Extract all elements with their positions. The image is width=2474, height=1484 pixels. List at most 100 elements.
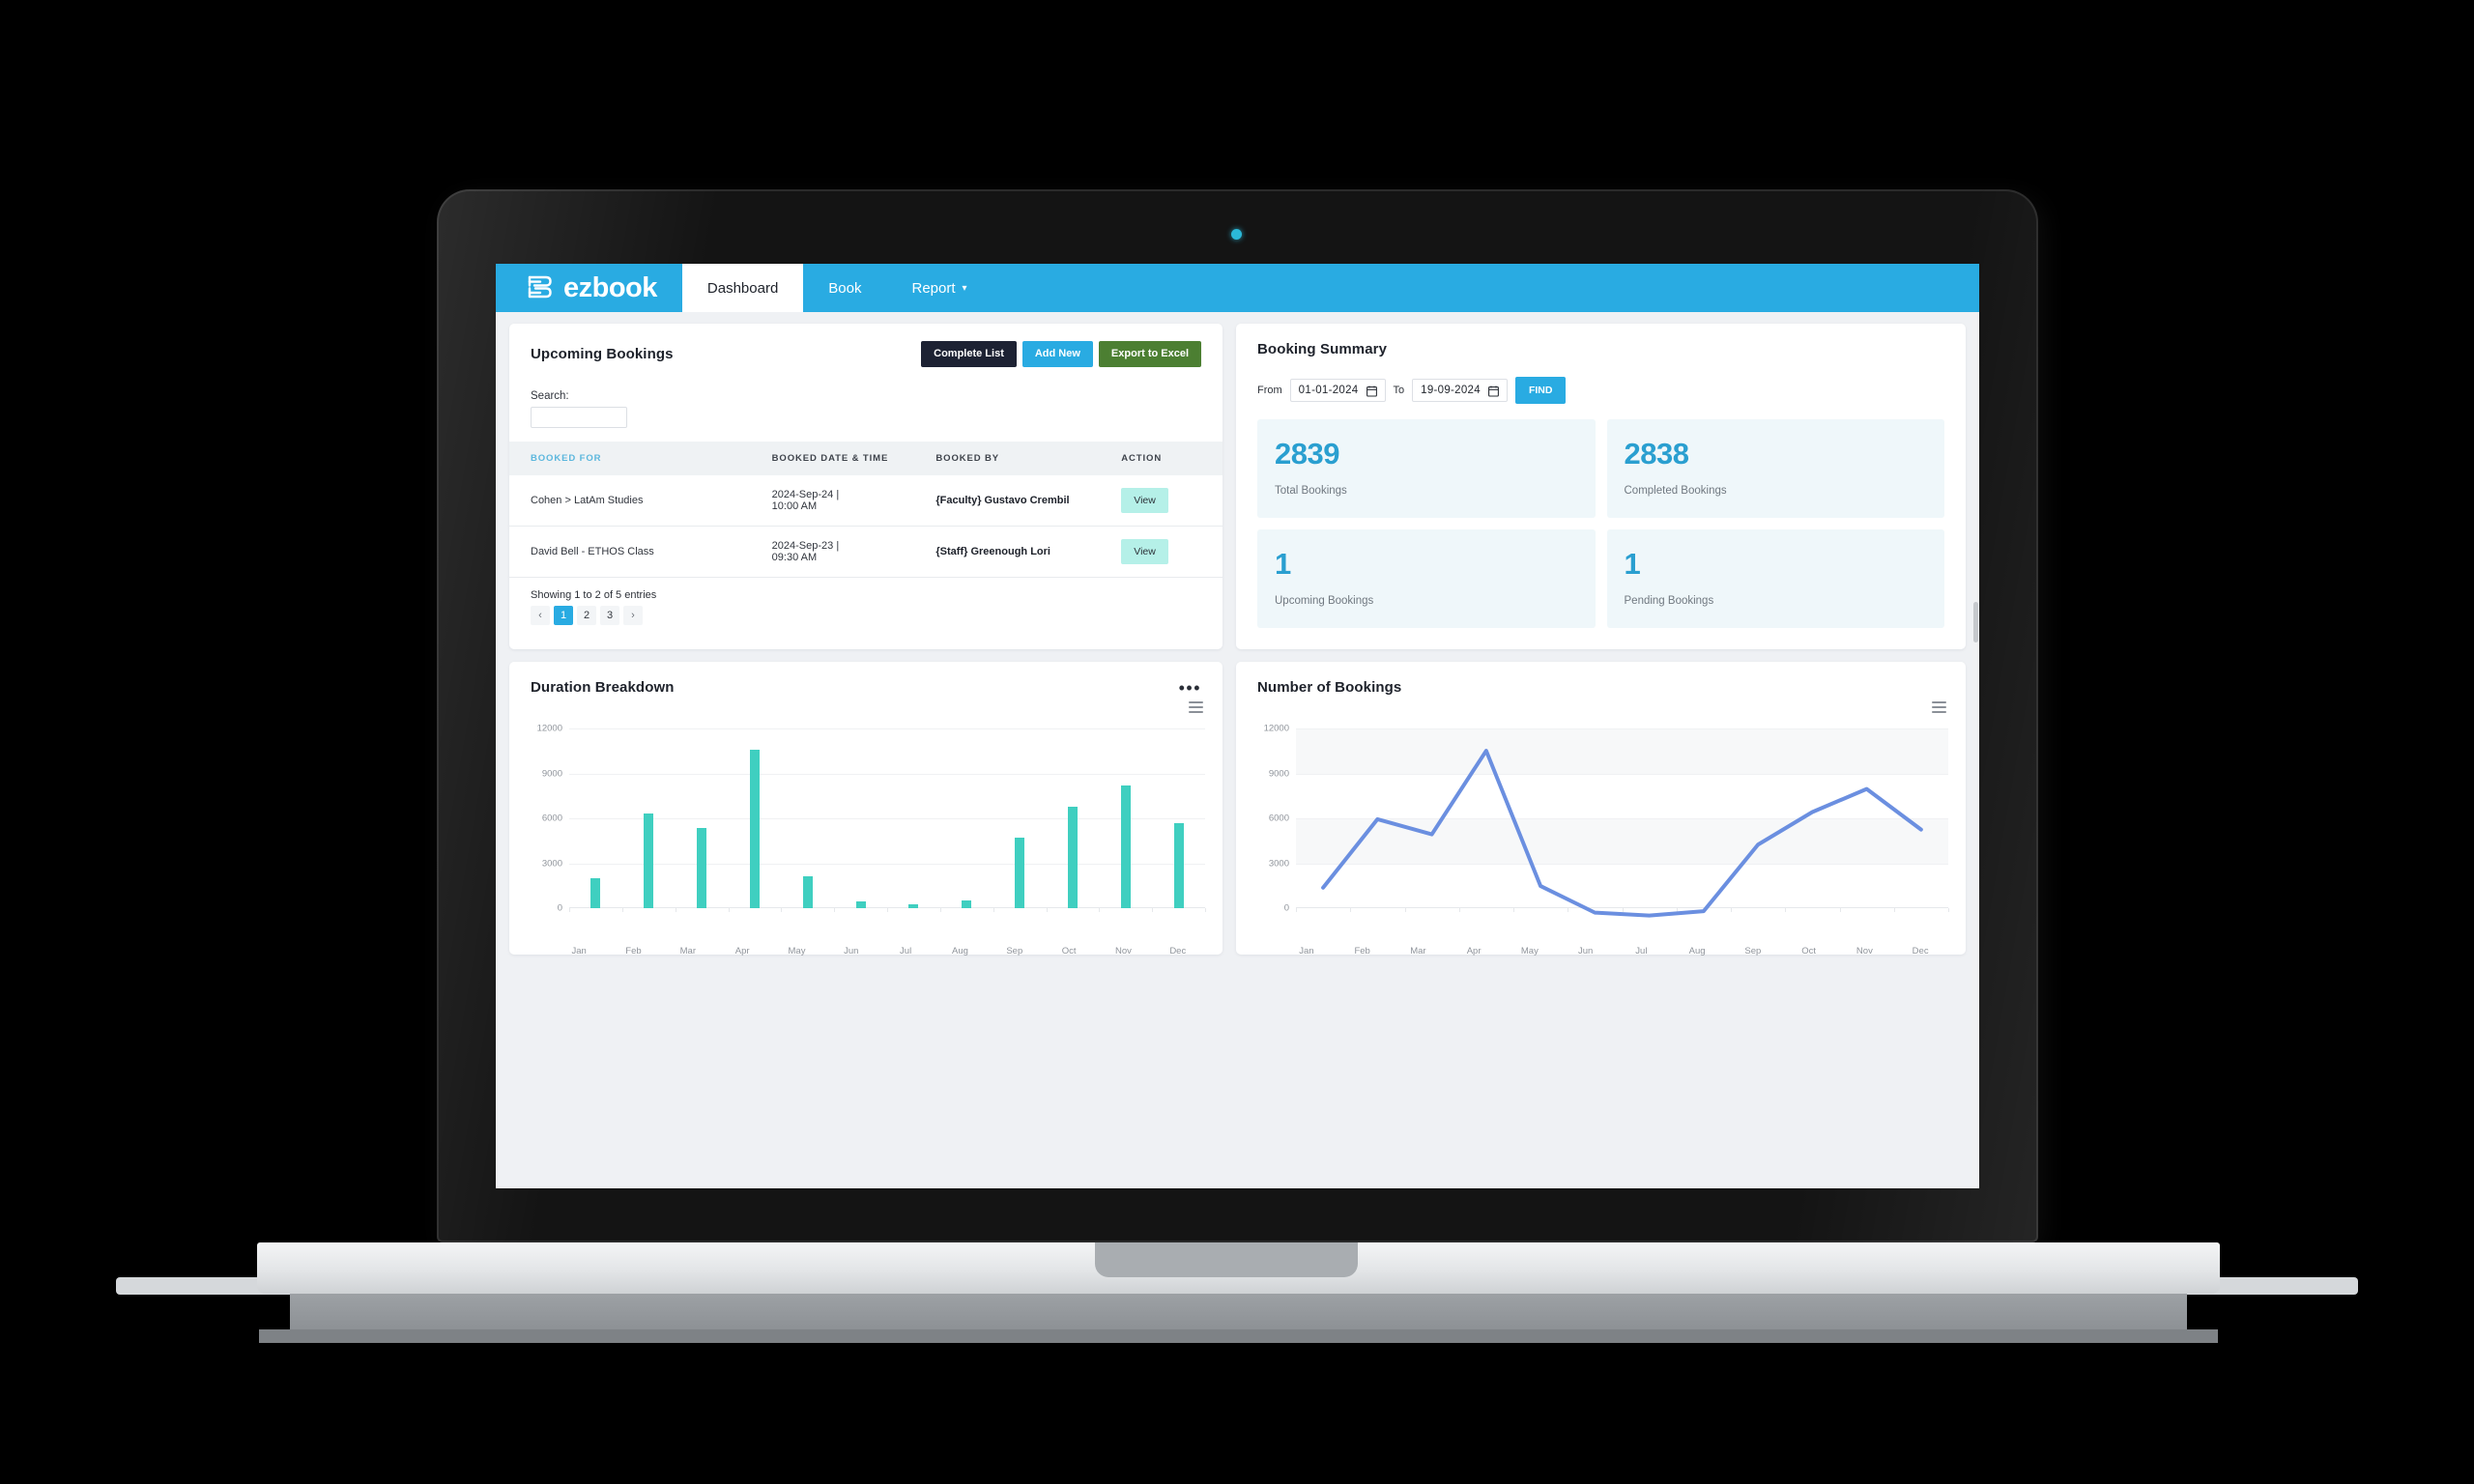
stat-label: Upcoming Bookings [1275, 595, 1374, 607]
to-date-value: 19-09-2024 [1421, 385, 1481, 396]
stat-pending-bookings: 1 Pending Bookings [1606, 529, 1944, 628]
bar[interactable] [1015, 838, 1025, 908]
top-row: Upcoming Bookings Complete List Add New … [509, 324, 1966, 649]
to-date-field[interactable]: 19-09-2024 [1412, 379, 1508, 402]
bar-chart-plot: 12000 9000 6000 3000 0 [537, 724, 1206, 914]
nav-item-report[interactable]: Report ▾ [887, 264, 992, 312]
line-chart-x-axis-labels: Jan Feb Mar Apr May Jun Jul Aug Sep Oct Nov Dec [1279, 946, 1948, 956]
top-navbar: ezbook Dashboard Book Report ▾ [496, 264, 1979, 312]
upcoming-bookings-title: Upcoming Bookings [531, 346, 674, 362]
more-options-icon[interactable]: ••• [1179, 679, 1201, 697]
x-axis-tick [1152, 908, 1154, 912]
nav-item-report-label: Report [911, 279, 956, 297]
x-axis-tick-label: Feb [1354, 946, 1370, 956]
stat-completed-bookings: 2838 Completed Bookings [1606, 419, 1944, 518]
x-axis-tick [887, 908, 888, 912]
cell-booked-for: Cohen > LatAm Studies [531, 495, 644, 506]
x-axis-tick [1205, 908, 1206, 912]
page-scrollbar-thumb[interactable] [1973, 602, 1978, 642]
duration-breakdown-card: Duration Breakdown ••• 12000 9000 6000 3000… [509, 662, 1223, 956]
x-axis-tick-label: Jul [1635, 946, 1648, 956]
cell-time: 10:00 AM [771, 500, 818, 512]
x-axis-tick [1948, 908, 1949, 912]
cell-booked-for: David Bell - ETHOS Class [531, 546, 654, 557]
bar[interactable] [802, 876, 813, 908]
bar-column [1152, 728, 1205, 908]
table-row: Cohen > LatAm Studies 2024-Sep-24 | 10:0… [509, 475, 1223, 527]
x-axis-tick-label: Dec [1169, 946, 1187, 956]
stat-label: Pending Bookings [1624, 595, 1714, 607]
bar-column [834, 728, 887, 908]
y-axis-tick-label: 0 [557, 902, 562, 914]
table-row: David Bell - ETHOS Class 2024-Sep-23 | 0… [509, 527, 1223, 578]
stat-upcoming-bookings: 1 Upcoming Bookings [1257, 529, 1596, 628]
stat-value: 2839 [1275, 437, 1339, 471]
bar[interactable] [697, 828, 707, 908]
pagination-next[interactable]: › [623, 606, 643, 625]
calendar-icon[interactable] [1488, 385, 1499, 397]
page-scrollbar[interactable] [1972, 312, 1979, 1188]
entries-count-label: Showing 1 to 2 of 5 entries [531, 589, 657, 601]
bar-column [1046, 728, 1099, 908]
x-axis-tick-label: Oct [1801, 946, 1817, 956]
y-axis-tick-label: 9000 [541, 768, 562, 779]
column-booked-date-time[interactable]: BOOKED DATE & TIME [766, 442, 931, 475]
summary-stats-grid: 2839 Total Bookings 2838 Completed Booki… [1236, 404, 1966, 649]
calendar-icon[interactable] [1366, 385, 1377, 397]
chart-row: Duration Breakdown ••• 12000 9000 6000 3000… [509, 662, 1966, 956]
bar[interactable] [644, 813, 654, 908]
bar[interactable] [1120, 785, 1131, 908]
bar[interactable] [1067, 807, 1078, 908]
find-button[interactable]: FIND [1514, 377, 1567, 404]
bar[interactable] [855, 901, 866, 908]
nav-item-dashboard[interactable]: Dashboard [681, 264, 804, 312]
cell-booked-date: 2024-Sep-24 | 10:00 AM [766, 475, 931, 527]
x-axis-tick-label: Jan [1299, 946, 1314, 956]
bar[interactable] [1173, 823, 1184, 908]
chart-menu-icon[interactable] [1932, 701, 1946, 716]
add-new-button[interactable]: Add New [1021, 341, 1093, 367]
y-axis-tick-label: 3000 [1268, 858, 1289, 869]
upcoming-bookings-table: BOOKED FOR BOOKED DATE & TIME BOOKED BY … [509, 442, 1223, 578]
cell-date: 2024-Sep-24 | [771, 489, 840, 500]
nav-item-book[interactable]: Book [803, 264, 886, 312]
cell-time: 09:30 AM [771, 552, 818, 563]
pagination-page-1[interactable]: 1 [554, 606, 573, 625]
duration-breakdown-chart: 12000 9000 6000 3000 0 Jan Feb Mar Apr May Jun Jul… [509, 701, 1223, 956]
y-axis-tick-label: 0 [1283, 902, 1289, 914]
search-input[interactable] [531, 407, 627, 428]
search-area: Search: [509, 373, 1223, 428]
laptop-mockup-scene: ezbook Dashboard Book Report ▾ Upcoming … [0, 0, 2474, 1484]
brand-logo[interactable]: ezbook [496, 264, 682, 312]
upcoming-bookings-card: Upcoming Bookings Complete List Add New … [509, 324, 1223, 649]
x-axis-tick-label: Feb [625, 946, 642, 956]
column-booked-by[interactable]: BOOKED BY [930, 442, 1115, 475]
x-axis-tick [1099, 908, 1101, 912]
pagination-page-2[interactable]: 2 [577, 606, 596, 625]
bar[interactable] [908, 904, 919, 908]
search-label: Search: [531, 390, 569, 402]
x-axis-tick-label: Mar [679, 946, 696, 956]
export-to-excel-button[interactable]: Export to Excel [1098, 341, 1201, 367]
view-button[interactable]: View [1121, 488, 1168, 513]
x-axis-tick-label: Apr [1466, 946, 1482, 956]
line-path[interactable] [1323, 751, 1921, 916]
bar-column [569, 728, 622, 908]
column-action: ACTION [1121, 453, 1163, 464]
column-booked-for[interactable]: BOOKED FOR [509, 442, 766, 475]
bar[interactable] [590, 878, 601, 908]
bar[interactable] [749, 749, 760, 908]
complete-list-button[interactable]: Complete List [921, 341, 1017, 367]
x-axis-tick [834, 908, 836, 912]
stat-label: Total Bookings [1275, 485, 1347, 497]
pagination-prev[interactable]: ‹ [531, 606, 550, 625]
y-axis-tick-label: 6000 [1268, 813, 1289, 824]
from-date-field[interactable]: 01-01-2024 [1289, 379, 1386, 402]
bar[interactable] [962, 899, 972, 908]
table-body: Cohen > LatAm Studies 2024-Sep-24 | 10:0… [509, 475, 1223, 578]
chart-menu-icon[interactable] [1189, 701, 1203, 716]
cell-action: View [1115, 527, 1223, 578]
upcoming-bookings-actions: Complete List Add New Export to Excel [921, 341, 1201, 367]
view-button[interactable]: View [1121, 539, 1168, 564]
pagination-page-3[interactable]: 3 [600, 606, 619, 625]
